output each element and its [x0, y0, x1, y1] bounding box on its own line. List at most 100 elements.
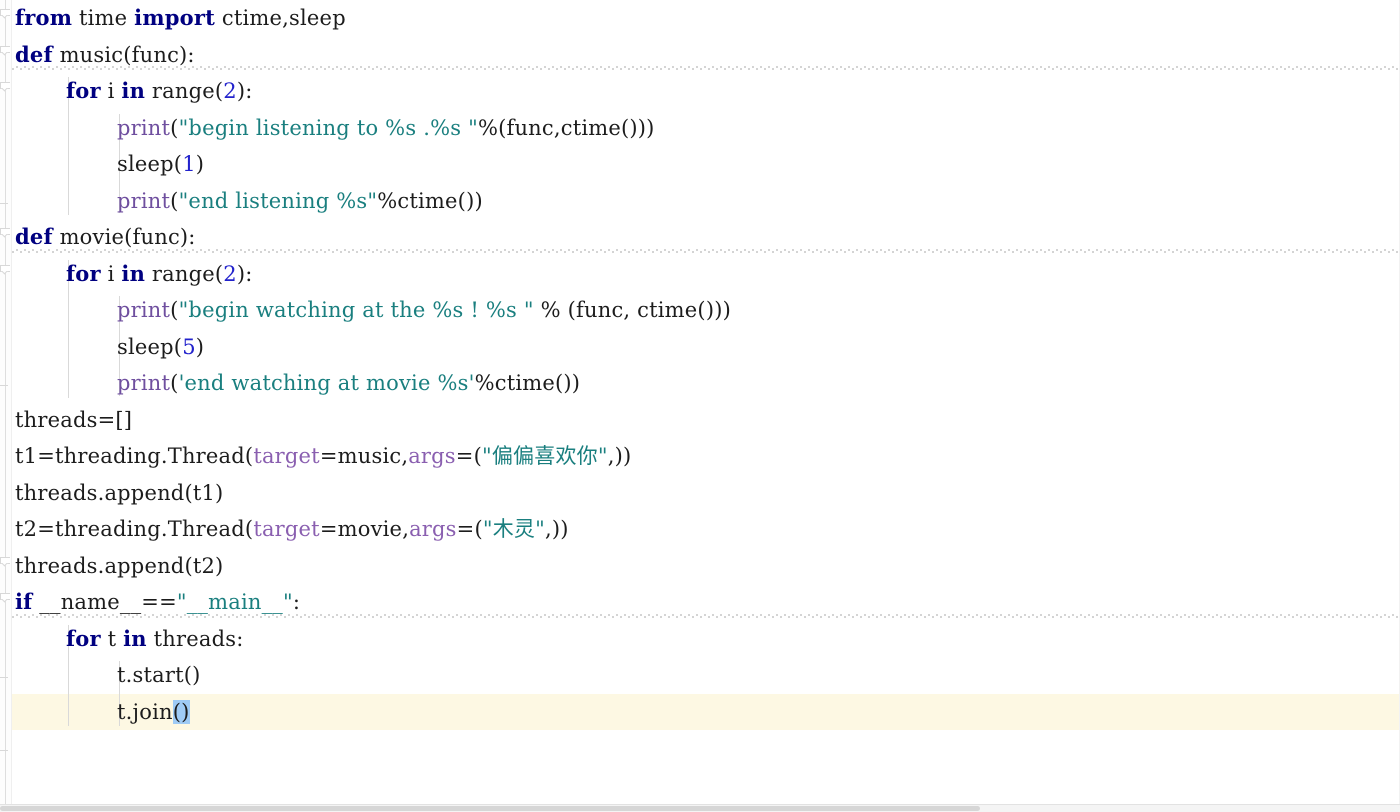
code-line[interactable]: threads.append(t1) — [15, 475, 223, 512]
code-line[interactable]: print("begin watching at the %s ! %s " %… — [117, 292, 731, 329]
fold-arrow — [0, 234, 10, 239]
code-line[interactable]: threads=[] — [15, 402, 132, 439]
code-token: =( — [455, 444, 482, 468]
fold-end-marker[interactable] — [0, 750, 8, 751]
fold-arrow — [0, 599, 10, 604]
code-token: %ctime()) — [474, 371, 581, 395]
code-token: t.start() — [117, 663, 201, 687]
code-token: t2=threading.Thread( — [15, 517, 254, 541]
code-token: from — [15, 5, 73, 30]
code-token: ) — [195, 152, 205, 176]
code-token: sleep( — [117, 152, 183, 176]
horizontal-scrollbar[interactable] — [0, 804, 1400, 812]
code-token: ctime,sleep — [215, 6, 346, 30]
code-token: print — [117, 298, 171, 322]
code-token: : — [292, 590, 301, 614]
inspection-squiggle — [11, 248, 1400, 253]
code-token: range( — [145, 261, 224, 286]
selected-text: () — [172, 699, 190, 724]
code-line[interactable]: def movie(func): — [15, 219, 196, 256]
code-line[interactable]: t.start() — [117, 657, 201, 694]
code-line[interactable]: threads.append(t2) — [15, 548, 223, 585]
code-token: =music, — [319, 444, 409, 468]
code-token: 5 — [182, 334, 196, 359]
code-line[interactable]: for i in range(2): — [66, 256, 253, 293]
fold-open-icon[interactable] — [0, 593, 11, 603]
fold-open-icon[interactable] — [0, 9, 11, 19]
code-editor[interactable]: from time import ctime,sleep def music(fu… — [0, 0, 1400, 812]
code-token: 'end watching at movie %s' — [178, 371, 475, 395]
code-token: i — [100, 261, 122, 286]
fold-open-icon[interactable] — [0, 45, 11, 56]
code-token: =movie, — [319, 517, 410, 541]
code-token: range( — [145, 79, 224, 103]
code-line[interactable]: for t in threads: — [66, 621, 244, 658]
code-token: t1=threading.Thread( — [15, 444, 254, 468]
code-token: print — [117, 115, 171, 140]
fold-arrow — [0, 15, 10, 20]
code-token: threads: — [146, 626, 244, 651]
code-line[interactable]: for i in range(2): — [66, 73, 253, 110]
code-line[interactable]: print("end listening %s"%ctime()) — [117, 183, 483, 220]
fold-spine — [5, 0, 6, 812]
fold-arrow — [0, 88, 10, 93]
horizontal-scrollbar-thumb[interactable] — [0, 806, 980, 811]
code-token: ( — [170, 371, 179, 395]
code-token: in — [123, 625, 147, 651]
current-line-highlight — [0, 693, 1400, 730]
code-token: ) — [195, 334, 205, 359]
code-token: ,)) — [545, 517, 569, 541]
code-token: in — [121, 260, 146, 286]
fold-open-icon[interactable] — [0, 228, 11, 238]
code-token: "__main__" — [176, 590, 293, 614]
code-token: % (func, ctime())) — [533, 298, 731, 322]
code-folding-gutter[interactable] — [0, 0, 12, 812]
fold-open-icon[interactable] — [0, 82, 11, 92]
code-token: "end listening %s" — [178, 188, 378, 213]
inspection-squiggle — [11, 66, 1400, 70]
code-token: threads.append(t2) — [15, 553, 224, 578]
code-line[interactable]: if __name__=="__main__": — [15, 584, 300, 621]
code-text-area[interactable]: from time import ctime,sleep def music(fu… — [0, 0, 1400, 812]
code-token: target — [253, 517, 320, 541]
code-token: print — [117, 371, 171, 395]
code-token: for — [66, 78, 101, 103]
fold-arrow — [0, 563, 10, 568]
code-line[interactable]: t1=threading.Thread(target=music,args=("… — [15, 438, 631, 475]
code-token: ,)) — [607, 444, 632, 468]
code-line[interactable]: from time import ctime,sleep — [15, 0, 346, 37]
code-token: sleep( — [117, 334, 183, 359]
fold-end-marker[interactable] — [0, 677, 8, 678]
code-line[interactable]: sleep(1) — [117, 146, 204, 183]
code-token: %(func,ctime())) — [477, 115, 655, 140]
code-token: t — [100, 626, 124, 651]
code-line[interactable]: print("begin listening to %s .%s "%(func… — [117, 110, 655, 147]
code-token: target — [253, 444, 320, 468]
code-token: for — [66, 260, 101, 286]
code-token: "begin watching at the %s ! %s " — [178, 298, 534, 322]
code-token: time — [72, 6, 135, 30]
fold-open-icon[interactable] — [0, 264, 11, 276]
code-token: def — [15, 41, 53, 67]
code-token: 2 — [223, 79, 237, 103]
fold-end-marker[interactable] — [0, 385, 8, 386]
code-token: in — [121, 78, 146, 103]
code-line[interactable]: sleep(5) — [117, 329, 204, 366]
code-token: 2 — [223, 261, 237, 286]
fold-end-marker[interactable] — [0, 202, 8, 204]
code-line[interactable]: print('end watching at movie %s'%ctime()… — [117, 365, 580, 402]
fold-arrow — [0, 271, 10, 276]
code-token: ): — [236, 79, 253, 103]
code-token: ): — [236, 261, 253, 286]
code-line[interactable]: t.join() — [117, 694, 190, 731]
code-token: threads.append(t1) — [15, 480, 224, 505]
code-token: for — [66, 625, 101, 651]
code-token: def — [15, 224, 53, 249]
code-line[interactable]: def music(func): — [15, 37, 195, 74]
code-token: "begin listening to %s .%s " — [178, 115, 478, 140]
code-token: "偏偏喜欢你" — [482, 444, 608, 468]
fold-open-icon[interactable] — [0, 556, 11, 568]
code-token: 1 — [182, 152, 196, 176]
code-line[interactable]: t2=threading.Thread(target=movie,args=("… — [15, 511, 569, 548]
code-token: ( — [170, 298, 179, 322]
